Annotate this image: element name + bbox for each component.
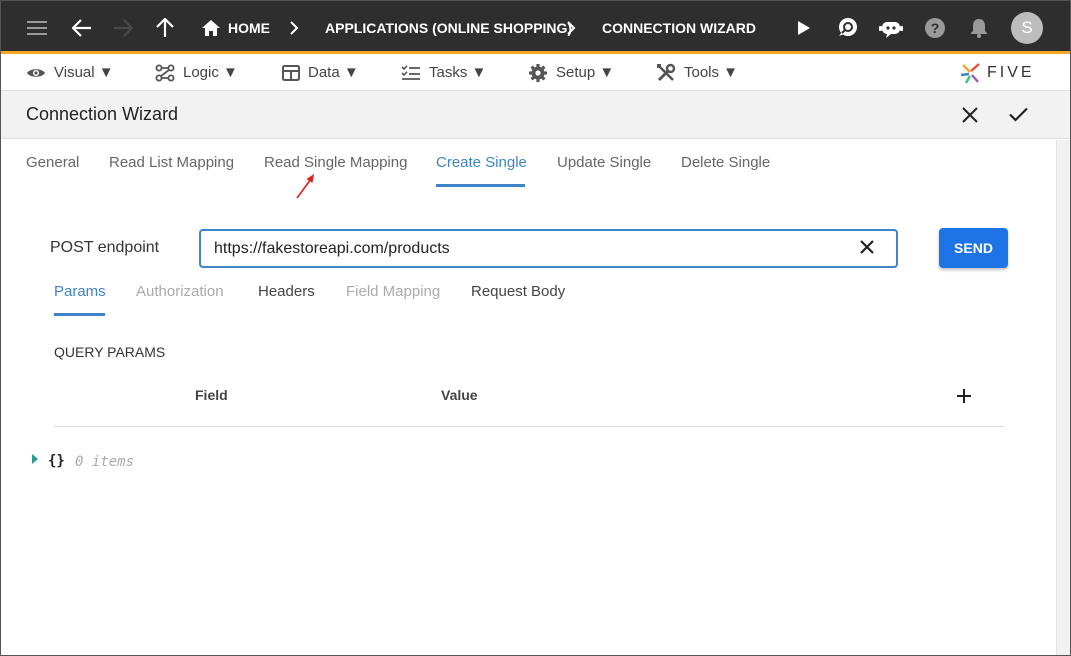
menu-data[interactable]: Data ▼ [282, 54, 359, 91]
subtab-headers[interactable]: Headers [258, 283, 315, 300]
tools-icon [657, 63, 676, 81]
menu-tools-label: Tools ▼ [684, 64, 739, 81]
help-icon[interactable]: ? [924, 1, 946, 54]
eye-icon [27, 68, 45, 77]
form-header: Connection Wizard [1, 91, 1070, 139]
bell-icon[interactable] [970, 1, 988, 54]
flow-icon [155, 64, 175, 81]
subtab-authorization[interactable]: Authorization [136, 283, 224, 300]
subtab-request-body[interactable]: Request Body [471, 283, 565, 300]
tab-create-single[interactable]: Create Single [436, 154, 527, 171]
menu-icon[interactable] [27, 1, 49, 54]
tab-update-single[interactable]: Update Single [557, 154, 651, 171]
app-window: HOME APPLICATIONS (ONLINE SHOPPING) CONN… [0, 0, 1071, 656]
check-icon[interactable] [1009, 107, 1028, 127]
breadcrumb-connection-wizard: CONNECTION WIZARD [602, 1, 756, 54]
divider [54, 426, 1004, 427]
menu-tasks[interactable]: Tasks ▼ [401, 54, 486, 91]
json-object-brace: {} [48, 453, 65, 469]
avatar-initial: S [1011, 11, 1043, 44]
search-chat-icon[interactable] [836, 1, 858, 54]
active-tab-indicator [436, 184, 525, 187]
avatar[interactable]: S [1011, 1, 1043, 54]
tab-general[interactable]: General [26, 154, 79, 171]
chevron-right-icon [290, 1, 299, 54]
table-icon [282, 64, 300, 81]
menu-tools[interactable]: Tools ▼ [656, 54, 738, 91]
endpoint-label: POST endpoint [50, 239, 160, 256]
checklist-icon [401, 64, 420, 80]
menu-visual[interactable]: Visual ▼ [26, 54, 114, 91]
breadcrumb-home-label: HOME [228, 19, 270, 36]
subtab-field-mapping[interactable]: Field Mapping [346, 283, 440, 300]
tab-delete-single[interactable]: Delete Single [681, 154, 770, 171]
breadcrumb-connection-wizard-label: CONNECTION WIZARD [602, 19, 756, 36]
menu-visual-label: Visual ▼ [54, 64, 114, 81]
column-header-field: Field [195, 387, 228, 403]
tab-read-list-mapping[interactable]: Read List Mapping [109, 154, 234, 171]
breadcrumb-applications[interactable]: APPLICATIONS (ONLINE SHOPPING) [325, 1, 572, 54]
clear-input-icon[interactable] [857, 237, 877, 257]
plus-icon [957, 389, 971, 403]
add-param-button[interactable] [954, 386, 974, 406]
endpoint-url-input[interactable] [199, 229, 898, 268]
up-arrow-icon[interactable] [156, 1, 174, 54]
play-icon[interactable] [797, 1, 811, 54]
menu-bar: Visual ▼ Logic ▼ Data ▼ Tasks ▼ Setup ▼ … [1, 54, 1070, 91]
menu-tasks-label: Tasks ▼ [429, 64, 487, 81]
home-icon [202, 19, 220, 36]
tab-read-single-mapping[interactable]: Read Single Mapping [264, 154, 407, 171]
chevron-right-icon [567, 1, 576, 54]
five-logo-text: FIVE [987, 63, 1035, 81]
menu-logic[interactable]: Logic ▼ [155, 54, 238, 91]
svg-text:?: ? [931, 20, 940, 36]
menu-setup-label: Setup ▼ [556, 64, 615, 81]
gear-icon [529, 63, 547, 82]
page-title: Connection Wizard [26, 104, 179, 124]
back-arrow-icon[interactable] [72, 1, 92, 54]
column-header-value: Value [441, 387, 478, 403]
close-icon[interactable] [962, 107, 978, 128]
query-params-title: QUERY PARAMS [54, 344, 166, 360]
send-button[interactable]: SEND [939, 228, 1008, 268]
vertical-scrollbar[interactable] [1056, 140, 1070, 655]
breadcrumb-home[interactable]: HOME [202, 1, 270, 54]
annotation-arrow-icon [296, 174, 314, 199]
subtab-params[interactable]: Params [54, 283, 106, 300]
five-logo: FIVE [959, 54, 1035, 91]
breadcrumb-applications-label: APPLICATIONS (ONLINE SHOPPING) [325, 19, 573, 36]
menu-logic-label: Logic ▼ [183, 64, 238, 81]
forward-arrow-icon [113, 1, 133, 54]
chat-bot-icon[interactable] [879, 1, 903, 54]
top-bar: HOME APPLICATIONS (ONLINE SHOPPING) CONN… [1, 1, 1070, 54]
five-logo-icon [960, 62, 980, 84]
expand-caret-icon[interactable] [32, 454, 38, 464]
json-item-count: 0 items [75, 454, 135, 470]
menu-data-label: Data ▼ [308, 64, 359, 81]
menu-setup[interactable]: Setup ▼ [528, 54, 614, 91]
active-subtab-indicator [54, 313, 105, 316]
